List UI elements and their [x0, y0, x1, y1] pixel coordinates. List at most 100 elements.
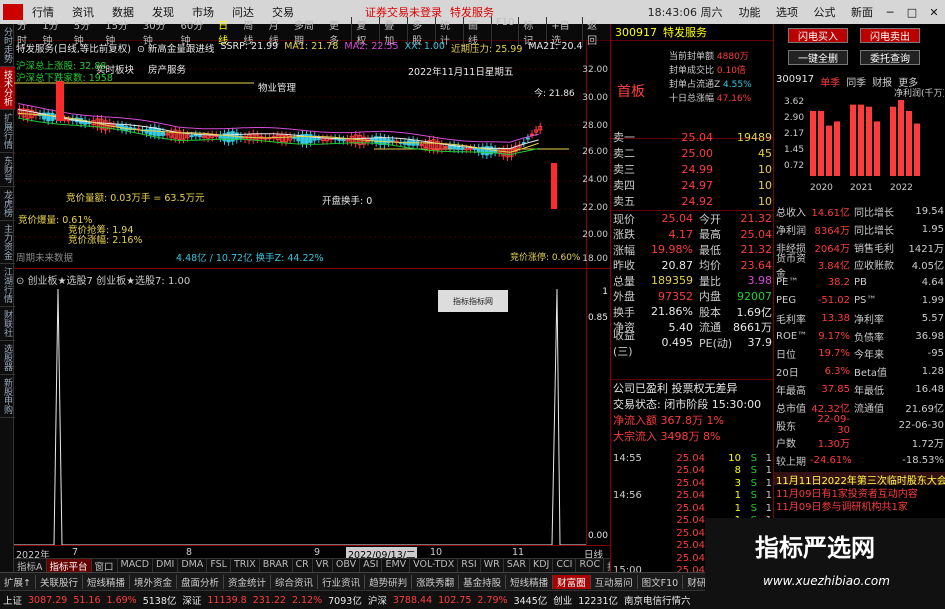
bottom-tab[interactable]: 短线精播 — [83, 574, 130, 589]
bottom-tab[interactable]: 扩展↑ — [0, 574, 36, 589]
finance-cell: 1421万 — [908, 243, 944, 255]
news-item[interactable]: 11月09日有1家投资者互动内容 — [774, 485, 945, 498]
flash-sell-button[interactable]: 闪电卖出 — [860, 28, 920, 43]
left-vertical-tabs: 分时走势 技术分析 扩展行情 东财号 龙虎榜 主力资金 江湖行情 财联社 选股器… — [0, 24, 15, 572]
news-item[interactable]: 11月09日参与调研机构共1家 — [774, 498, 945, 511]
finance-cell: 股东 — [776, 421, 796, 433]
sell-orderbook: 卖一 25.04 19489 卖二 25.00 45 卖三 24.99 10 卖四 24.97 10 卖… — [611, 129, 774, 209]
xtick: 10 — [430, 547, 443, 558]
finance-cell: 年最低 — [854, 386, 884, 397]
finance-row: PE™ 38.2 PB 4.64 — [776, 275, 944, 290]
indicator-tab[interactable]: CR — [293, 559, 313, 572]
stat-value: 4.17 — [668, 227, 694, 241]
lefttab-jianghu[interactable]: 江湖行情 — [0, 264, 15, 307]
finance-cell: 流通值 — [854, 403, 884, 415]
chart-xtick: 2022 — [890, 183, 913, 193]
maximize-button[interactable]: □ — [901, 6, 923, 19]
profit-bar — [914, 123, 920, 176]
finance-cell: PS™ — [854, 295, 877, 306]
indicator-tab[interactable]: KDJ — [530, 559, 554, 572]
finance-row: 净利润 8364万 同比增长 1.95 — [776, 222, 944, 237]
lefttab-zhuli[interactable]: 主力资金 — [0, 221, 15, 264]
indicator-tab[interactable]: BRAR — [260, 559, 293, 572]
lefttab-cailian[interactable]: 财联社 — [0, 307, 15, 341]
indicator-tab[interactable]: WR — [481, 559, 504, 572]
indicator-title[interactable]: ⊙ 创业板★选股7 创业板★选股7: 1.00 — [16, 272, 190, 287]
stat-row: 昨收 20.87 均价 23.64 — [611, 258, 774, 274]
bottom-tab[interactable]: 涨跌秀翻 — [412, 574, 460, 589]
bottom-tab[interactable]: 盘面分析 — [177, 574, 225, 589]
stat-row: 总量 189359 量比 3.98 — [611, 273, 774, 289]
indicator-tab[interactable]: MACD — [118, 559, 154, 572]
finance-cell: 14.61亿 — [811, 208, 850, 219]
status-item: 231.22 — [252, 594, 286, 606]
bottom-tab[interactable]: 关联股行 — [36, 574, 83, 589]
indicator-tab[interactable]: 指标A — [14, 559, 47, 573]
tick-cell: S — [750, 490, 757, 502]
bottom-tab[interactable]: 资金统计 — [224, 574, 272, 589]
auction-limit-label: 竞价涨停: 0.60% — [510, 253, 581, 263]
indicator-tab[interactable]: 指标平台 — [46, 559, 92, 573]
bottom-tab[interactable]: 行业资讯 — [318, 574, 366, 589]
menu-xuanxiang[interactable]: 选项 — [770, 6, 804, 19]
clear-all-button[interactable]: 一键全删 — [788, 50, 848, 65]
lefttab-xingu[interactable]: 新股申购 — [0, 375, 15, 418]
flash-buy-button[interactable]: 闪电买入 — [788, 28, 848, 43]
sell-row[interactable]: 卖二 25.00 45 — [611, 145, 774, 161]
indicator-tab[interactable]: DMA — [178, 559, 208, 572]
status-item: 2.12% — [291, 594, 323, 606]
finance-cell: 1.30万 — [817, 439, 850, 451]
kline-indicator-name[interactable]: ⊙ 新高金量跟进线 — [137, 41, 214, 55]
ytick: 30.00 — [582, 93, 608, 103]
tick-cell: 25.04 — [676, 502, 705, 514]
indicator-tab[interactable]: ASI — [360, 559, 383, 572]
indicator-tab[interactable]: 窗口 — [92, 559, 118, 573]
order-query-button[interactable]: 委托查询 — [860, 50, 920, 65]
sell-row[interactable]: 卖四 24.97 10 — [611, 177, 774, 193]
tick-cell: 14:55 — [613, 452, 642, 464]
finance-cell: 36.98 — [915, 330, 944, 342]
indicator-tab[interactable]: TRIX — [231, 559, 260, 572]
sell-level: 卖一 — [613, 131, 635, 144]
sell-row[interactable]: 卖三 24.99 10 — [611, 161, 774, 177]
lefttab-xuangu[interactable]: 选股器 — [0, 341, 15, 375]
indicator-tab[interactable]: RSI — [458, 559, 481, 572]
indicator-tab[interactable]: SAR — [504, 559, 531, 572]
finance-cell: 较上期 — [776, 457, 806, 469]
tick-cell: 25.04 — [676, 552, 705, 564]
indicator-tab[interactable]: OBV — [333, 559, 361, 572]
menu-xinmian[interactable]: 新面 — [845, 6, 879, 19]
indicator-tab[interactable]: VOL-TDX — [410, 559, 459, 572]
lefttab-jishu[interactable]: 技术分析 — [0, 67, 15, 110]
finance-row: 毛利率 13.38 净利率 5.57 — [776, 311, 944, 326]
indicator-tab[interactable]: VR — [313, 559, 333, 572]
sell-row[interactable]: 卖五 24.92 10 — [611, 193, 774, 209]
status-item: 51.16 — [73, 594, 101, 606]
bottom-tab[interactable]: 基金持股 — [459, 574, 507, 589]
finance-cell: 37.85 — [821, 384, 850, 395]
lefttab-fenshi[interactable]: 分时走势 — [0, 24, 15, 67]
sell-row[interactable]: 卖一 25.04 19489 — [611, 129, 774, 145]
menu-gongneng[interactable]: 功能 — [733, 6, 767, 19]
finance-cell: 今年来 — [854, 350, 884, 362]
lefttab-kuozhan[interactable]: 扩展行情 — [0, 110, 15, 153]
indicator-tab[interactable]: CCI — [553, 559, 577, 572]
tick-cell: 25.04 — [676, 527, 705, 539]
close-button[interactable]: ✕ — [923, 6, 945, 19]
indicator-tab[interactable]: EMV — [382, 559, 411, 572]
lefttab-longhu[interactable]: 龙虎榜 — [0, 187, 15, 221]
indicator-tab[interactable]: FSL — [207, 559, 231, 572]
bottom-tab[interactable]: 境外资金 — [130, 574, 178, 589]
indicator-tab[interactable]: ROC — [576, 559, 605, 572]
indicator-tab[interactable]: DMI — [153, 559, 179, 572]
menu-gongshi[interactable]: 公式 — [808, 6, 842, 19]
bottom-tab[interactable]: 综合资讯 — [271, 574, 319, 589]
bottom-tab[interactable]: 趋势研判 — [365, 574, 413, 589]
bottom-tab[interactable]: 财富圈 — [553, 574, 591, 589]
lefttab-dongcai[interactable]: 东财号 — [0, 153, 15, 187]
bottom-tab[interactable]: 互动易问 — [591, 574, 638, 589]
bottom-tab[interactable]: 图文F10 — [638, 574, 684, 589]
bottom-tab[interactable]: 短线精播 — [506, 574, 554, 589]
news-item[interactable]: 11月11日2022年第三次临时股东大会 — [774, 472, 945, 485]
minimize-button[interactable]: ─ — [879, 6, 901, 19]
